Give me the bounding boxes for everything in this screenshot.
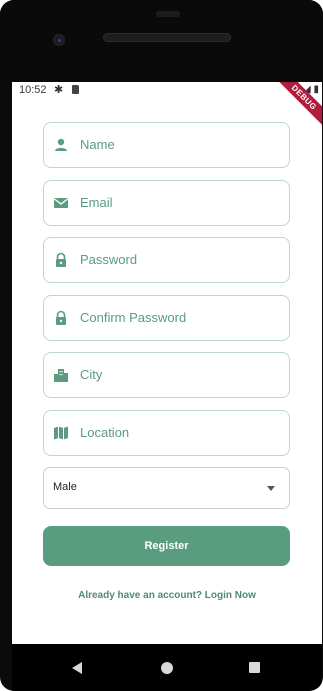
status-bar: 10:52 ✱ ▾ ◢ ▮: [12, 82, 322, 99]
name-field-label: Name: [80, 137, 115, 152]
city-field-label: City: [80, 367, 103, 382]
password-field[interactable]: Password: [43, 237, 290, 283]
front-camera: [53, 34, 65, 46]
gender-dropdown-value: Male: [53, 481, 77, 493]
gear-icon: ✱: [54, 84, 64, 96]
home-icon[interactable]: [161, 662, 173, 674]
location-field[interactable]: Location: [43, 410, 290, 456]
confirm-password-field-label: Confirm Password: [80, 310, 187, 325]
phone-frame: 10:52 ✱ ▾ ◢ ▮ DEBUG Name Email: [0, 0, 323, 691]
city-icon: [54, 369, 68, 382]
battery-icon: ▮: [313, 84, 319, 95]
status-time: 10:52: [19, 84, 47, 96]
gender-dropdown[interactable]: Male: [43, 467, 290, 509]
email-field-label: Email: [80, 195, 113, 210]
city-field[interactable]: City: [43, 352, 290, 398]
back-icon[interactable]: [72, 662, 82, 674]
password-field-label: Password: [80, 252, 138, 267]
name-field[interactable]: Name: [43, 122, 290, 168]
email-field[interactable]: Email: [43, 180, 290, 226]
login-now-link[interactable]: Already have an account? Login Now: [12, 590, 322, 601]
speaker-grille: [103, 33, 231, 42]
lock-icon: [56, 310, 66, 325]
confirm-password-field[interactable]: Confirm Password: [43, 295, 290, 341]
phone-top-bezel: [0, 0, 323, 82]
person-icon: [55, 138, 67, 151]
email-icon: [54, 198, 68, 208]
sd-card-icon: [72, 85, 79, 94]
map-icon: [54, 426, 68, 440]
system-nav-bar: [12, 644, 322, 691]
recent-apps-icon[interactable]: [249, 662, 260, 673]
location-field-label: Location: [80, 425, 130, 440]
app-screen: 10:52 ✱ ▾ ◢ ▮ DEBUG Name Email: [12, 82, 322, 644]
register-button[interactable]: Register: [43, 526, 290, 566]
lock-icon: [56, 252, 66, 267]
chevron-down-icon: [267, 486, 275, 491]
earpiece: [156, 11, 180, 17]
